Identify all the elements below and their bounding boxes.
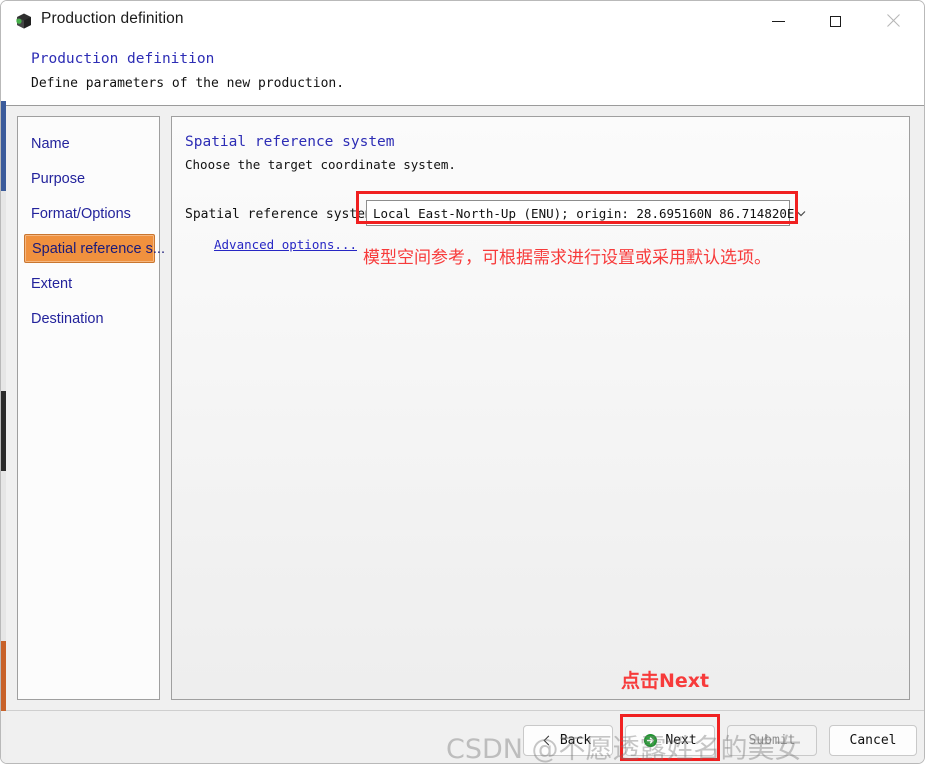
application-window: Production definition Production definit…: [0, 0, 925, 764]
submit-button[interactable]: Submit: [727, 725, 817, 756]
wizard-header: Production definition Define parameters …: [1, 41, 924, 106]
submit-button-label: Submit: [748, 733, 796, 748]
spatial-reference-system-select[interactable]: Local East-North-Up (ENU); origin: 28.69…: [366, 200, 806, 226]
sidebar-item-label: Name: [31, 135, 70, 152]
minimize-button[interactable]: [755, 1, 801, 41]
sidebar-item-label: Spatial reference s...: [32, 240, 165, 257]
window-frame: Production definition Production definit…: [0, 0, 925, 764]
back-button[interactable]: Back: [523, 725, 613, 756]
sidebar-item-label: Purpose: [31, 170, 86, 187]
wizard-step-sidebar: Name Purpose Format/Options Spatial refe…: [17, 116, 165, 700]
sidebar-item-name[interactable]: Name: [24, 129, 155, 158]
next-button-label: Next: [665, 733, 697, 748]
sidebar-item-label: Format/Options: [31, 205, 131, 222]
back-button-label: Back: [559, 733, 592, 748]
content-panel: Spatial reference system Choose the targ…: [171, 116, 910, 700]
chevron-down-icon: [794, 206, 808, 220]
maximize-button[interactable]: [812, 1, 858, 41]
cube-icon: [13, 10, 35, 32]
cancel-button-label: Cancel: [849, 733, 897, 748]
chevron-left-icon: [543, 735, 554, 746]
sidebar-item-format-options[interactable]: Format/Options: [24, 199, 155, 228]
sidebar-item-destination[interactable]: Destination: [24, 304, 155, 333]
window-edge-strip: [1, 1, 6, 763]
sidebar-item-extent[interactable]: Extent: [24, 269, 155, 298]
section-subtitle: Choose the target coordinate system.: [185, 157, 456, 172]
close-icon: [886, 14, 900, 28]
annotation-spatial-reference-note: 模型空间参考，可根据需求进行设置或采用默认选项。: [363, 248, 771, 268]
next-button[interactable]: Next: [625, 725, 715, 756]
window-title: Production definition: [41, 10, 184, 27]
cancel-button[interactable]: Cancel: [829, 725, 917, 756]
spatial-reference-system-label: Spatial reference system:: [185, 207, 381, 222]
page-title: Production definition: [31, 51, 215, 67]
sidebar-item-purpose[interactable]: Purpose: [24, 164, 155, 193]
annotation-click-next: 点击Next: [621, 670, 710, 692]
sidebar-item-spatial-reference-system[interactable]: Spatial reference s...: [24, 234, 165, 263]
sidebar-item-label: Extent: [31, 275, 73, 292]
title-bar: Production definition: [1, 1, 924, 41]
green-arrow-right-icon: [643, 733, 658, 748]
wizard-body: Name Purpose Format/Options Spatial refe…: [1, 106, 924, 710]
minimize-icon: [771, 20, 785, 22]
sidebar-item-label: Destination: [31, 310, 104, 327]
spatial-reference-system-value: Local East-North-Up (ENU); origin: 28.69…: [373, 205, 795, 221]
page-subtitle: Define parameters of the new production.: [31, 76, 345, 91]
dialog-footer: Back Next Submit Cancel: [1, 710, 924, 763]
advanced-options-link[interactable]: Advanced options...: [214, 237, 357, 252]
section-title: Spatial reference system: [185, 134, 395, 150]
maximize-icon: [829, 15, 841, 27]
close-button[interactable]: [870, 1, 916, 41]
